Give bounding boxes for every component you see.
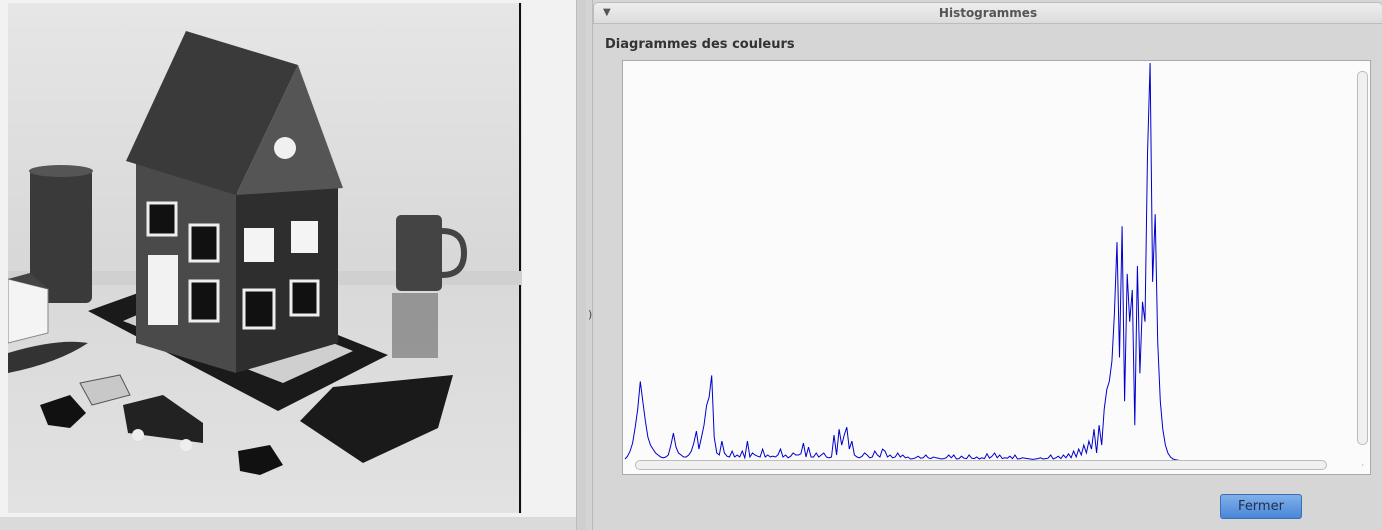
histogram-series-line (624, 62, 1275, 462)
image-panel-footer (0, 517, 576, 530)
image-view (8, 3, 522, 513)
histogram-plot: · (622, 60, 1371, 475)
close-button[interactable]: Fermer (1220, 494, 1302, 519)
pane-divider[interactable] (576, 0, 586, 530)
vertical-scrollbar[interactable] (1357, 71, 1368, 445)
section-label: Diagrammes des couleurs (605, 37, 795, 52)
histogram-window: ▼ Histogrammes Diagrammes des couleurs ·… (592, 0, 1382, 530)
image-panel (0, 0, 576, 530)
histogram-chart (624, 62, 1275, 462)
window-title: Histogrammes (938, 6, 1038, 20)
horizontal-scrollbar[interactable] (635, 460, 1327, 470)
window-titlebar[interactable]: ▼ Histogrammes (593, 2, 1382, 24)
inverted-photo (8, 3, 522, 513)
resize-grip-icon: · (1361, 461, 1364, 470)
